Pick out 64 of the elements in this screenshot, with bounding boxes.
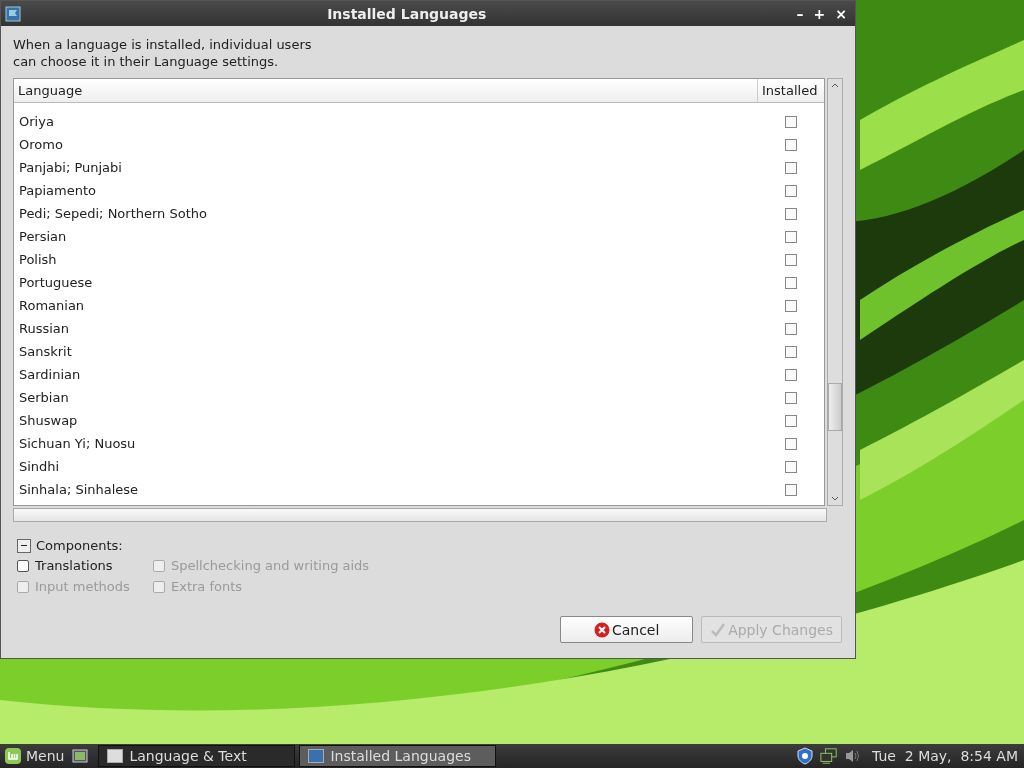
network-icon[interactable]	[820, 747, 838, 765]
cancel-button[interactable]: Cancel	[560, 616, 694, 643]
installed-checkbox[interactable]	[785, 483, 797, 496]
volume-icon[interactable]	[844, 747, 862, 765]
language-name[interactable]: Sichuan Yi; Nuosu	[19, 436, 785, 451]
language-name[interactable]: Pedi; Sepedi; Northern Sotho	[19, 206, 785, 221]
language-name[interactable]: Portuguese	[19, 275, 785, 290]
vertical-scrollbar[interactable]	[827, 78, 843, 506]
scrollbar-thumb[interactable]	[828, 383, 842, 431]
installed-checkbox[interactable]	[785, 276, 797, 289]
components-label: Components:	[36, 538, 123, 553]
installed-checkbox[interactable]	[785, 460, 797, 473]
language-name[interactable]: Persian	[19, 229, 785, 244]
window-control[interactable]: –	[792, 5, 808, 22]
checkmark-icon	[710, 621, 727, 638]
language-name[interactable]: Russian	[19, 321, 785, 336]
language-name[interactable]: Sinhala; Sinhalese	[19, 482, 785, 497]
language-name[interactable]: Polish	[19, 252, 785, 267]
collapse-toggle[interactable]	[17, 538, 31, 553]
column-header[interactable]: Language	[14, 79, 757, 102]
column-header[interactable]: Installed	[757, 79, 824, 102]
installed-checkbox[interactable]	[785, 368, 797, 381]
language-name[interactable]: Sanskrit	[19, 344, 785, 359]
window-icon	[107, 749, 124, 763]
installed-checkbox[interactable]	[785, 230, 797, 243]
installed-checkbox[interactable]	[785, 322, 797, 335]
cancel-icon	[593, 621, 610, 638]
installed-checkbox[interactable]	[785, 253, 797, 266]
window-control[interactable]: ×	[831, 5, 851, 22]
language-name[interactable]: Panjabi; Punjabi	[19, 160, 785, 175]
horizontal-scrollbar[interactable]	[13, 508, 827, 522]
show-desktop-icon[interactable]	[72, 748, 89, 764]
component-checkbox[interactable]: Translations	[17, 558, 113, 573]
language-name[interactable]: Serbian	[19, 390, 785, 405]
installed-checkbox[interactable]	[785, 138, 797, 151]
language-name[interactable]: Sindhi	[19, 459, 785, 474]
description-text: When a language is installed, individual users can choose it in their Language settings.	[13, 36, 313, 70]
installed-checkbox[interactable]	[785, 345, 797, 358]
installed-checkbox[interactable]	[785, 391, 797, 404]
language-name[interactable]: Oriya	[19, 114, 785, 129]
window-icon	[308, 749, 325, 763]
installed-checkbox[interactable]	[785, 161, 797, 174]
language-name[interactable]: Oromo	[19, 137, 785, 152]
installed-checkbox[interactable]	[785, 207, 797, 220]
taskbar-button[interactable]: Language & Text	[98, 745, 296, 767]
shield-icon[interactable]	[796, 747, 814, 765]
window-title: Installed Languages	[326, 5, 488, 22]
language-name[interactable]: Romanian	[19, 298, 785, 313]
flag-icon	[5, 5, 21, 22]
installed-checkbox[interactable]	[785, 184, 797, 197]
language-name[interactable]: Papiamento	[19, 183, 785, 198]
installed-checkbox[interactable]	[785, 437, 797, 450]
installed-checkbox[interactable]	[785, 414, 797, 427]
taskbar-button[interactable]: Installed Languages	[299, 745, 497, 767]
language-name[interactable]: Shuswap	[19, 413, 785, 428]
language-name[interactable]: Sardinian	[19, 367, 785, 382]
clock[interactable]: Tue 2 May, 8:54 AM	[872, 748, 1018, 764]
installed-checkbox[interactable]	[785, 299, 797, 312]
menu-button[interactable]: Menu	[0, 747, 69, 765]
window-control[interactable]: +	[809, 5, 830, 22]
mint-logo-icon	[4, 747, 22, 765]
scroll-down-icon[interactable]	[831, 496, 839, 501]
installed-checkbox[interactable]	[785, 115, 797, 128]
scroll-up-icon[interactable]	[831, 83, 839, 88]
